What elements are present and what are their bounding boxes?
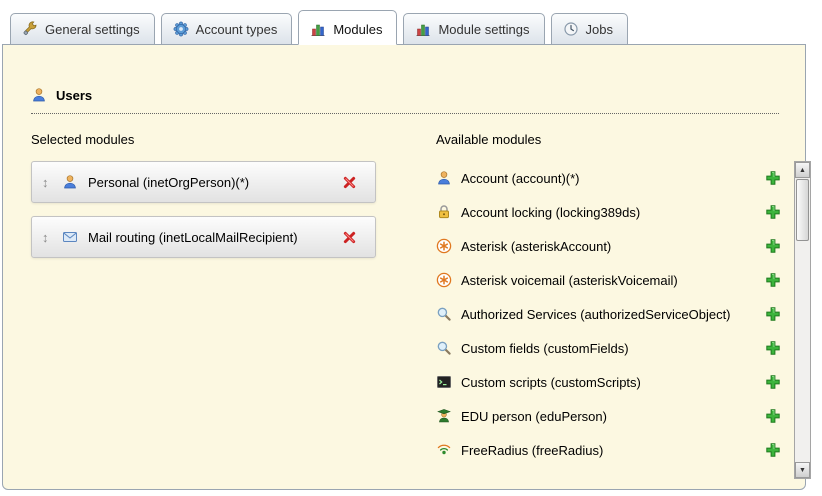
list-item: Custom scripts (customScripts)	[436, 365, 786, 399]
drag-handle-icon[interactable]: ↕	[42, 175, 62, 190]
bar-chart-icon	[415, 21, 431, 37]
delete-icon	[341, 174, 357, 190]
module-label: EDU person (eduPerson)	[461, 409, 768, 424]
scrollbar-thumb[interactable]	[796, 179, 809, 241]
person-icon	[31, 87, 47, 103]
gear-badge-icon	[173, 21, 189, 37]
list-item: EDU person (eduPerson)	[436, 399, 786, 433]
list-item: Authorized Services (authorizedServiceOb…	[436, 297, 786, 331]
magnifier-icon	[436, 340, 452, 356]
available-modules-heading: Available modules	[436, 132, 811, 147]
clock-icon	[563, 21, 579, 37]
module-label: Account locking (locking389ds)	[461, 205, 768, 220]
asterisk-icon	[436, 238, 452, 254]
add-module-button[interactable]	[768, 373, 786, 391]
magnifier-icon	[436, 306, 452, 322]
page-title: Users	[56, 88, 92, 103]
module-label: Account (account)(*)	[461, 171, 768, 186]
bar-chart-icon	[310, 21, 326, 37]
add-module-button[interactable]	[768, 203, 786, 221]
plus-icon	[765, 374, 781, 390]
list-item: Custom fields (customFields)	[436, 331, 786, 365]
lock-icon	[436, 204, 452, 220]
person-icon	[62, 174, 78, 190]
plus-icon	[765, 204, 781, 220]
plus-icon	[765, 442, 781, 458]
add-module-button[interactable]	[768, 339, 786, 357]
module-label: FreeRadius (freeRadius)	[461, 443, 768, 458]
add-module-button[interactable]	[768, 169, 786, 187]
plus-icon	[765, 306, 781, 322]
person-icon	[436, 170, 452, 186]
add-module-button[interactable]	[768, 441, 786, 459]
modules-panel: Users Selected modules ↕ Personal (inetO…	[2, 44, 806, 490]
tab-label: Account types	[196, 22, 278, 37]
tab-module-settings[interactable]: Module settings	[403, 13, 544, 45]
tab-account-types[interactable]: Account types	[161, 13, 293, 45]
tab-label: Modules	[333, 22, 382, 37]
users-section-header: Users	[31, 87, 779, 114]
scrollbar-track[interactable]	[795, 178, 810, 462]
plus-icon	[765, 272, 781, 288]
add-module-button[interactable]	[768, 305, 786, 323]
list-item: Asterisk voicemail (asteriskVoicemail)	[436, 263, 786, 297]
module-label: Authorized Services (authorizedServiceOb…	[461, 307, 768, 322]
asterisk-icon	[436, 272, 452, 288]
module-label: Mail routing (inetLocalMailRecipient)	[88, 230, 345, 245]
selected-modules-heading: Selected modules	[31, 132, 406, 147]
scroll-up-button[interactable]: ▲	[795, 162, 810, 178]
plus-icon	[765, 408, 781, 424]
selected-module-mail-routing[interactable]: ↕ Mail routing (inetLocalMailRecipient)	[31, 216, 376, 258]
plus-icon	[765, 238, 781, 254]
module-label: Asterisk voicemail (asteriskVoicemail)	[461, 273, 768, 288]
module-label: Custom scripts (customScripts)	[461, 375, 768, 390]
available-modules-list: Account (account)(*) Account locking (lo…	[436, 161, 786, 467]
remove-module-button[interactable]	[345, 173, 363, 191]
plus-icon	[765, 170, 781, 186]
tab-label: Module settings	[438, 22, 529, 37]
vertical-scrollbar[interactable]: ▲ ▼	[794, 161, 811, 479]
wrench-icon	[22, 21, 38, 37]
radio-waves-icon	[436, 442, 452, 458]
tab-jobs[interactable]: Jobs	[551, 13, 628, 45]
tab-label: General settings	[45, 22, 140, 37]
tab-label: Jobs	[586, 22, 613, 37]
plus-icon	[765, 340, 781, 356]
graduate-person-icon	[436, 408, 452, 424]
add-module-button[interactable]	[768, 407, 786, 425]
tab-general-settings[interactable]: General settings	[10, 13, 155, 45]
tab-bar: General settings Account types Modules M…	[0, 0, 822, 44]
mail-icon	[62, 229, 78, 245]
list-item: Account (account)(*)	[436, 161, 786, 195]
list-item: Asterisk (asteriskAccount)	[436, 229, 786, 263]
delete-icon	[341, 229, 357, 245]
module-label: Personal (inetOrgPerson)(*)	[88, 175, 345, 190]
add-module-button[interactable]	[768, 271, 786, 289]
terminal-icon	[436, 374, 452, 390]
add-module-button[interactable]	[768, 237, 786, 255]
drag-handle-icon[interactable]: ↕	[42, 230, 62, 245]
selected-module-personal[interactable]: ↕ Personal (inetOrgPerson)(*)	[31, 161, 376, 203]
list-item: FreeRadius (freeRadius)	[436, 433, 786, 467]
tab-modules[interactable]: Modules	[298, 10, 397, 45]
module-label: Asterisk (asteriskAccount)	[461, 239, 768, 254]
scroll-down-button[interactable]: ▼	[795, 462, 810, 478]
remove-module-button[interactable]	[345, 228, 363, 246]
list-item: Account locking (locking389ds)	[436, 195, 786, 229]
module-label: Custom fields (customFields)	[461, 341, 768, 356]
